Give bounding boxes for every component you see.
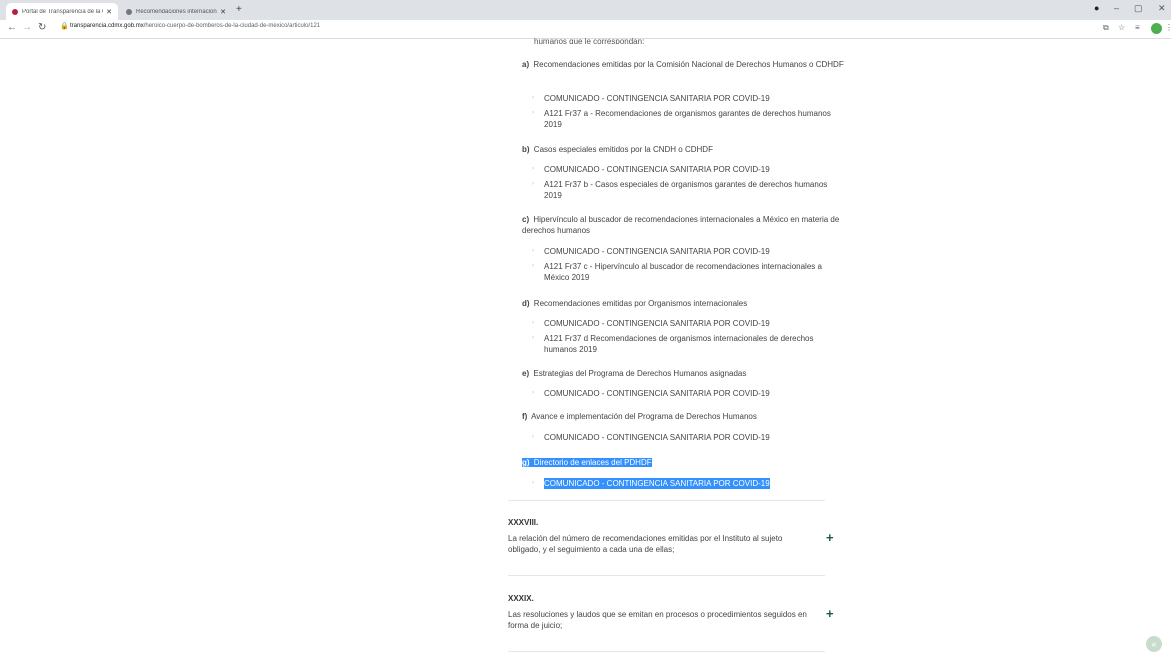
list-item-link[interactable]: › A121 Fr37 a - Recomendaciones de organi… (532, 108, 845, 130)
url-text: transparencia.cdmx.gob.mx/heroico-cuerpo… (70, 23, 321, 29)
profile-avatar[interactable] (1151, 23, 1162, 34)
reading-list-icon[interactable]: ≡ (1135, 23, 1140, 32)
tab-title: Recomendaciones internacionales (136, 8, 217, 15)
divider (508, 651, 825, 652)
globe-icon (126, 8, 132, 15)
menu-icon[interactable]: ⋮ (1165, 23, 1171, 32)
expand-plus-icon[interactable]: + (826, 606, 834, 621)
item-d: d) Recomendaciones emitidas por Organism… (522, 299, 748, 308)
close-window-icon[interactable]: ✕ (1158, 3, 1166, 14)
lock-icon: 🔒 (60, 23, 69, 30)
section-description: La relación del número de recomendacione… (508, 534, 783, 554)
new-tab-icon[interactable]: + (236, 4, 242, 15)
forward-icon[interactable]: → (22, 22, 32, 33)
cut-off-text: humanos que le correspondan; (534, 38, 645, 44)
back-icon[interactable]: ← (7, 22, 17, 33)
list-item-link[interactable]: › COMUNICADO - CONTINGENCIA SANITARIA POR… (532, 246, 845, 257)
star-icon[interactable]: ☆ (1118, 23, 1125, 32)
list-item-link[interactable]: › COMUNICADO - CONTINGENCIA SANITARIA POR… (532, 93, 845, 104)
item-g: g) Directorio de enlaces del PDHDF (522, 458, 652, 467)
section-title: XXXVIII. (508, 518, 539, 527)
browser-tab-recomendaciones[interactable]: Recomendaciones internacionales ✕ (120, 3, 232, 20)
browser-toolbar: ← → ↻ 🔒 transparencia.cdmx.gob.mx/heroic… (0, 20, 1171, 39)
section-title: XXXIX. (508, 594, 534, 603)
scroll-to-top-icon[interactable]: « (1146, 636, 1162, 652)
browser-tab-transparencia[interactable]: Portal de Transparencia de la CDMX ✕ (6, 3, 118, 20)
list-item-link[interactable]: › COMUNICADO - CONTINGENCIA SANITARIA POR… (532, 318, 845, 329)
list-item-link[interactable]: › A121 Fr37 b - Casos especiales de organ… (532, 179, 845, 201)
favicon-icon (12, 8, 18, 15)
item-f: f) Avance e implementación del Programa … (522, 412, 757, 421)
close-tab-icon[interactable]: ✕ (106, 8, 112, 16)
maximize-icon[interactable]: ▢ (1134, 3, 1143, 14)
list-item-link[interactable]: › A121 Fr37 d Recomendaciones de organism… (532, 333, 845, 355)
list-item-link[interactable]: › COMUNICADO - CONTINGENCIA SANITARIA POR… (532, 432, 845, 443)
expand-plus-icon[interactable]: + (826, 530, 834, 545)
item-a: a) Recomendaciones emitidas por la Comis… (522, 60, 844, 69)
share-icon[interactable]: ⧉ (1103, 23, 1109, 33)
address-bar[interactable]: 🔒 transparencia.cdmx.gob.mx/heroico-cuer… (58, 22, 1088, 35)
list-item-link[interactable]: › COMUNICADO - CONTINGENCIA SANITARIA POR… (532, 388, 845, 399)
minimize-icon[interactable]: – (1114, 3, 1119, 13)
divider (508, 500, 825, 501)
item-e: e) Estrategias del Programa de Derechos … (522, 369, 747, 378)
tab-title: Portal de Transparencia de la CDMX (22, 8, 103, 15)
divider (508, 575, 825, 576)
reload-icon[interactable]: ↻ (38, 22, 46, 33)
list-item-link[interactable]: › COMUNICADO - CONTINGENCIA SANITARIA POR… (532, 164, 845, 175)
list-item-link[interactable]: › COMUNICADO - CONTINGENCIA SANITARIA POR… (532, 478, 845, 489)
item-b: b) Casos especiales emitidos por la CNDH… (522, 145, 713, 154)
record-icon[interactable]: ● (1094, 3, 1099, 13)
tab-bar: Portal de Transparencia de la CDMX ✕ Rec… (0, 0, 1171, 20)
section-description: Las resoluciones y laudos que se emitan … (508, 610, 807, 630)
list-item-link[interactable]: › A121 Fr37 c - Hipervínculo al buscador … (532, 261, 845, 283)
item-c: c) Hipervínculo al buscador de recomenda… (522, 215, 840, 235)
close-tab-icon[interactable]: ✕ (220, 8, 226, 16)
